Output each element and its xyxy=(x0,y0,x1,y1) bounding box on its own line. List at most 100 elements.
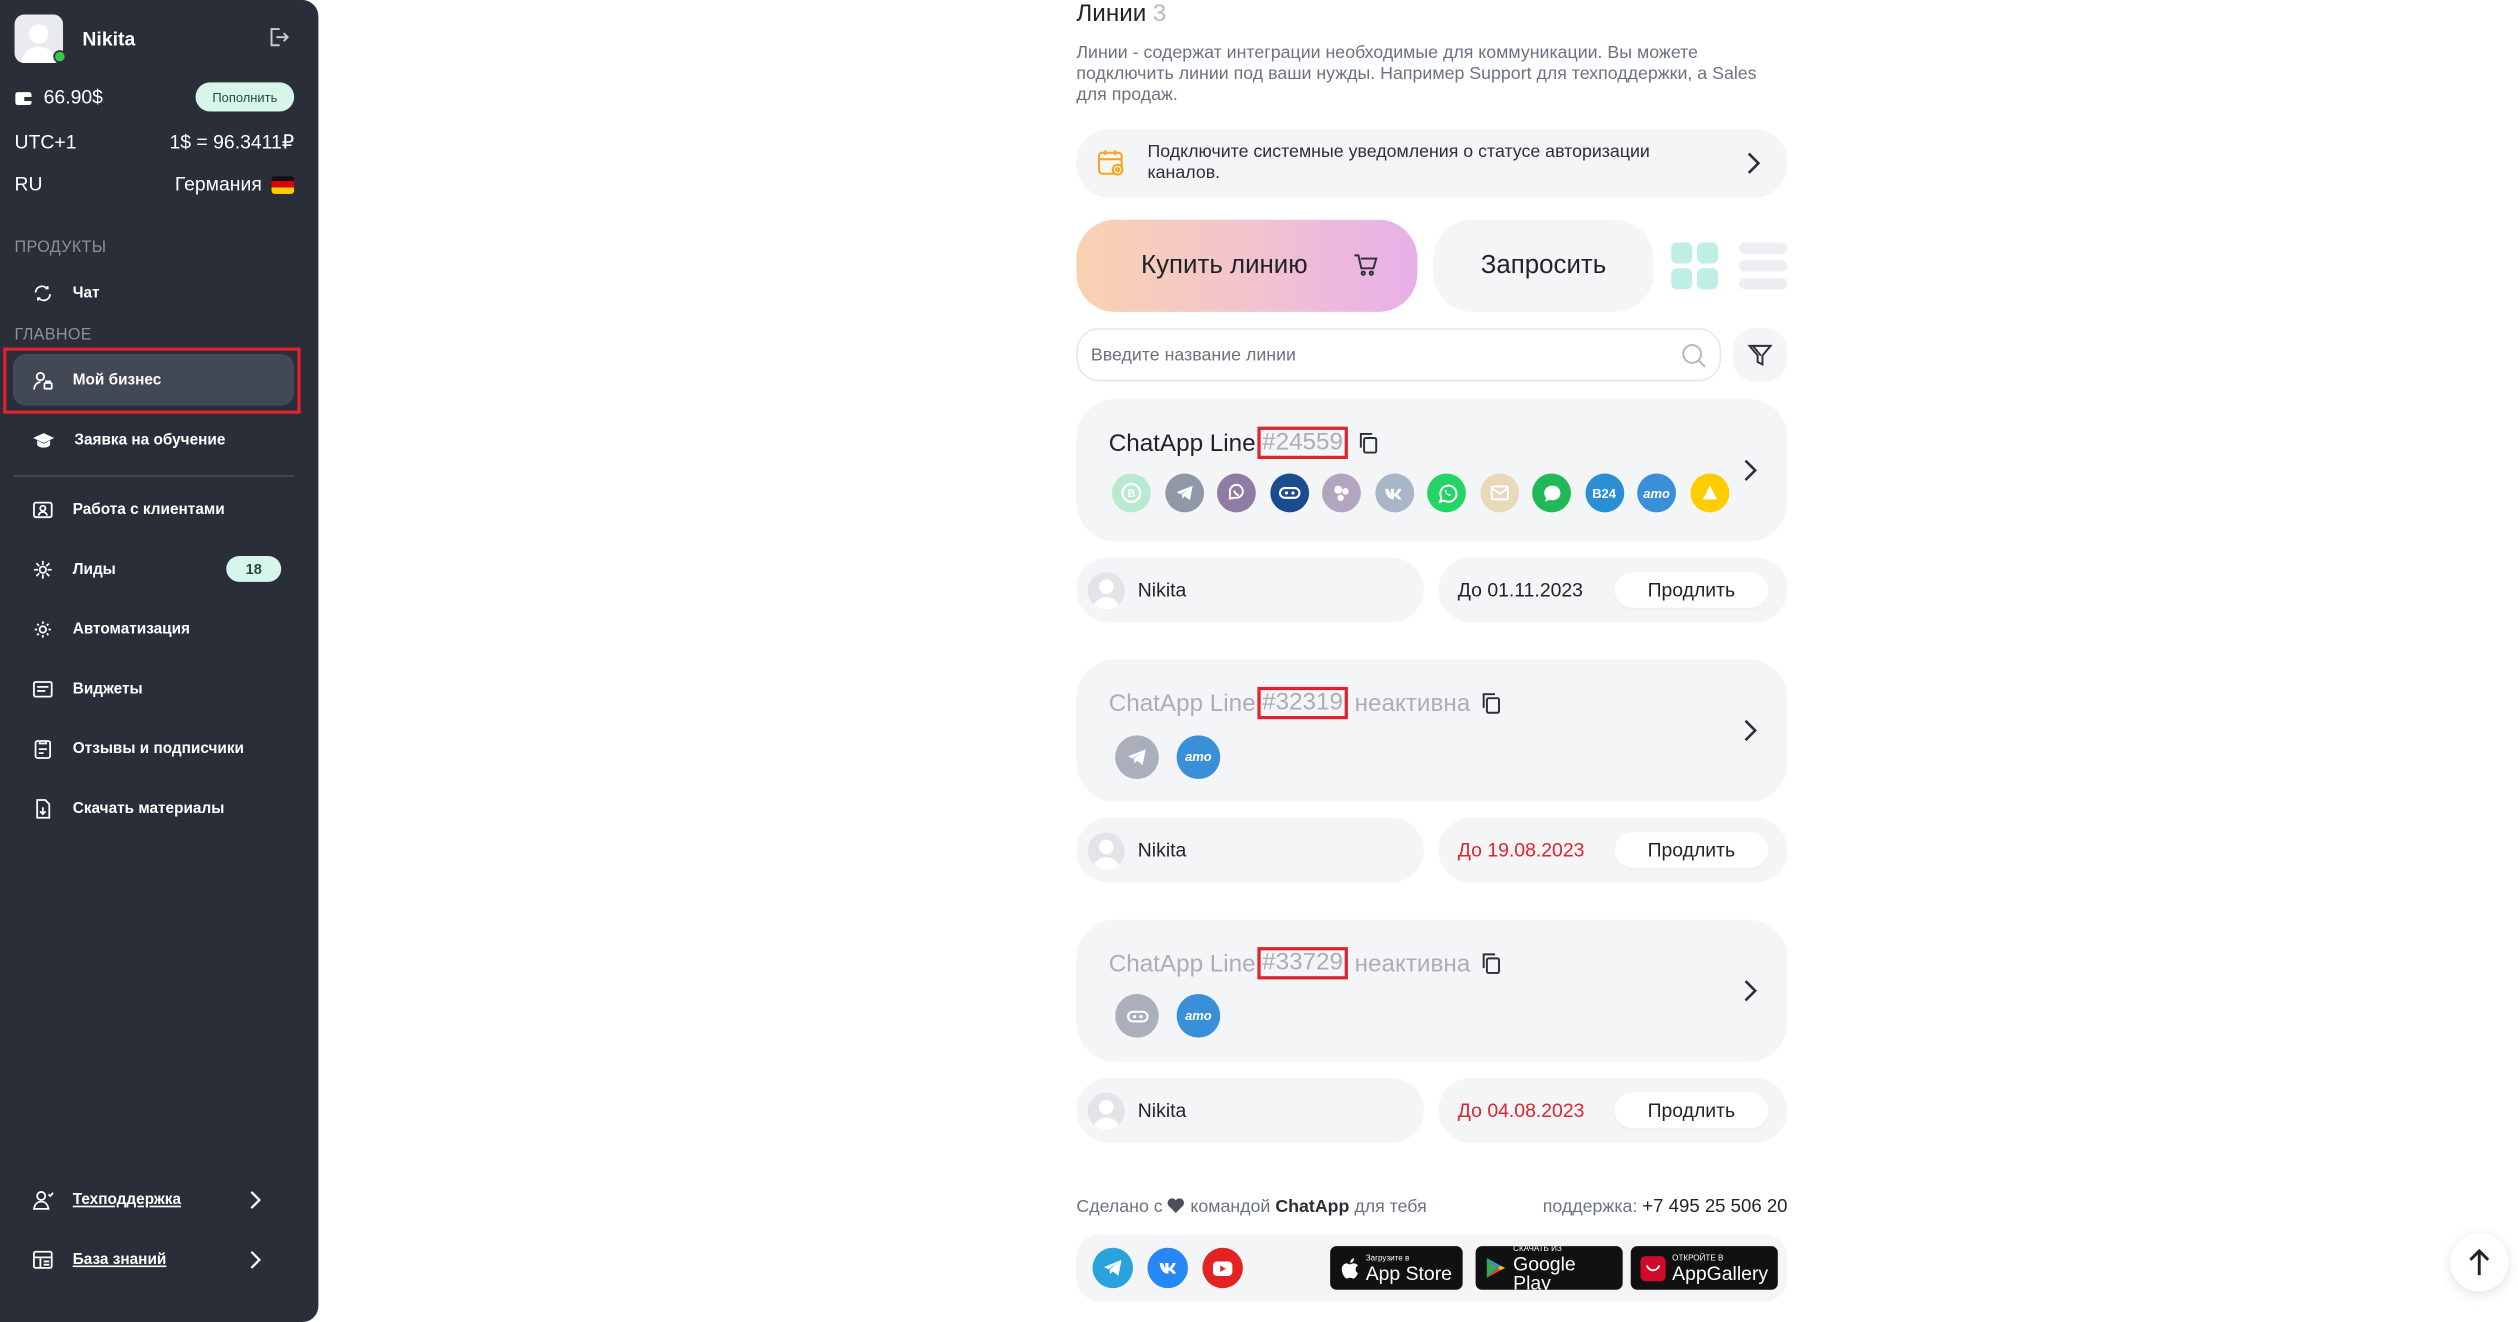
line-owner: Nikita xyxy=(1076,1078,1424,1143)
topup-button[interactable]: Пополнить xyxy=(195,82,295,112)
sidebar-item-support[interactable]: Техподдержка xyxy=(13,1180,294,1219)
expiry-date: До 04.08.2023 xyxy=(1457,1099,1585,1122)
chevron-right-icon xyxy=(1744,459,1758,481)
amocrm-icon: amo xyxy=(1637,473,1676,513)
bitrix24-icon: B24 xyxy=(1584,473,1624,513)
appgallery-badge[interactable]: ОТКРОЙТЕ В AppGallery xyxy=(1630,1246,1778,1290)
copy-icon[interactable] xyxy=(1480,952,1501,975)
extend-button[interactable]: Продлить xyxy=(1614,832,1769,868)
youtube-icon[interactable] xyxy=(1202,1247,1243,1289)
sidebar-item-clients[interactable]: Работа с клиентами xyxy=(13,483,294,535)
sidebar-item-label: Автоматизация xyxy=(72,619,191,638)
line-name: ChatApp Line xyxy=(1108,689,1256,717)
page-title: Линии 3 xyxy=(1076,0,1166,27)
timezone[interactable]: UTC+1 xyxy=(15,131,77,154)
vk-icon[interactable] xyxy=(1147,1247,1188,1289)
lines-count: 3 xyxy=(1152,0,1167,28)
sidebar-item-training[interactable]: Заявка на обучение xyxy=(13,414,294,466)
footer-made-middle: командой xyxy=(1190,1197,1271,1217)
request-button[interactable]: Запросить xyxy=(1433,219,1654,312)
sidebar-item-leads[interactable]: Лиды 18 xyxy=(13,543,294,595)
sidebar-item-automation[interactable]: Автоматизация xyxy=(13,603,294,655)
calendar-settings-icon xyxy=(1097,150,1124,176)
page-description: Линии - содержат интеграции необходимые … xyxy=(1076,43,1757,106)
filter-button[interactable] xyxy=(1732,328,1788,382)
reviews-icon xyxy=(34,739,51,759)
scroll-to-top-button[interactable] xyxy=(2450,1233,2509,1292)
viber-icon xyxy=(1216,473,1256,513)
line-expiry: До 19.08.2023 Продлить xyxy=(1438,817,1788,883)
line-card[interactable]: ChatApp Line #24559 B B24 amo xyxy=(1076,399,1788,542)
line-title: ChatApp Line #33729 неактивна xyxy=(1109,947,1501,980)
user-profile[interactable]: Nikita xyxy=(14,14,136,64)
google-play-big: Google Play xyxy=(1513,1251,1576,1294)
chat-icon xyxy=(34,284,51,301)
grid-view-icon[interactable] xyxy=(1671,242,1719,290)
google-play-icon xyxy=(1486,1257,1506,1278)
copy-icon[interactable] xyxy=(1480,692,1501,715)
heart-icon xyxy=(1168,1198,1185,1213)
sidebar-item-knowledge[interactable]: База знаний xyxy=(13,1240,294,1279)
owner-name: Nikita xyxy=(1137,1099,1187,1122)
line-card[interactable]: ChatApp Line #33729 неактивна amo xyxy=(1076,919,1788,1062)
list-view-icon[interactable] xyxy=(1739,242,1788,290)
search-input[interactable] xyxy=(1090,345,1657,365)
notifications-banner[interactable]: Подключите системные уведомления о стату… xyxy=(1076,129,1788,198)
owner-name: Nikita xyxy=(1137,578,1187,602)
buy-line-label: Купить линию xyxy=(1141,251,1308,279)
cart-icon xyxy=(1354,254,1378,276)
sidebar-item-widgets[interactable]: Виджеты xyxy=(13,663,294,715)
sidebar-item-label: Отзывы и подписчики xyxy=(72,739,244,758)
support-phone[interactable]: +7 495 25 506 20 xyxy=(1642,1198,1787,1217)
vk-icon xyxy=(1374,473,1414,513)
sidebar-divider xyxy=(12,475,295,477)
support-user-icon xyxy=(32,1190,54,1209)
country-selector[interactable]: Германия xyxy=(174,172,295,196)
telegram-icon xyxy=(1115,735,1159,780)
appstore-badge[interactable]: Загрузите в App Store xyxy=(1330,1246,1463,1290)
logout-icon[interactable] xyxy=(267,26,290,57)
whatsapp-business-icon: B xyxy=(1111,473,1151,513)
buy-line-button[interactable]: Купить линию xyxy=(1076,219,1418,312)
google-play-badge[interactable]: СКАЧАТЬ ИЗ Google Play xyxy=(1475,1244,1623,1294)
expiry-date: До 01.11.2023 xyxy=(1457,578,1583,602)
line-card[interactable]: ChatApp Line #32319 неактивна amo xyxy=(1076,659,1788,802)
language-selector[interactable]: RU xyxy=(15,173,43,196)
search-icon[interactable] xyxy=(1681,343,1707,369)
telegram-icon[interactable] xyxy=(1092,1247,1133,1289)
sidebar-item-chat[interactable]: Чат xyxy=(13,267,294,319)
line-owner: Nikita xyxy=(1076,817,1424,883)
arrow-up-icon xyxy=(2469,1248,2490,1276)
footer-links: Загрузите в App Store СКАЧАТЬ ИЗ Google Pl… xyxy=(1076,1234,1788,1302)
line-number: #24559 xyxy=(1257,426,1348,460)
extend-button[interactable]: Продлить xyxy=(1614,1092,1769,1129)
balance: 66.90$ xyxy=(15,86,103,108)
user-name: Nikita xyxy=(82,27,136,51)
svg-text:B: B xyxy=(1127,488,1135,500)
leads-count-badge: 18 xyxy=(226,555,282,582)
filter-icon xyxy=(1747,344,1773,366)
line-owner: Nikita xyxy=(1076,557,1424,623)
footer-credits: Сделано с командой ChatApp для тебя xyxy=(1076,1198,1426,1217)
page-title-text: Линии xyxy=(1076,0,1147,28)
line-name: ChatApp Line xyxy=(1108,429,1256,457)
sidebar-item-downloads[interactable]: Скачать материалы xyxy=(13,782,294,834)
currency-rate: 1$ = 96.3411₽ xyxy=(169,130,295,154)
copy-icon[interactable] xyxy=(1358,432,1379,455)
apple-icon xyxy=(1341,1257,1358,1278)
section-label-products: ПРОДУКТЫ xyxy=(14,239,107,257)
download-file-icon xyxy=(36,798,51,818)
germany-flag-icon xyxy=(271,175,295,194)
sidebar-item-reviews[interactable]: Отзывы и подписчики xyxy=(13,722,294,774)
extend-button[interactable]: Продлить xyxy=(1614,572,1769,608)
expiry-date: До 19.08.2023 xyxy=(1457,838,1585,862)
section-label-main: ГЛАВНОЕ xyxy=(14,326,92,345)
country-name: Германия xyxy=(174,172,262,196)
line-number: #33729 xyxy=(1257,947,1348,980)
line-title: ChatApp Line #24559 xyxy=(1108,426,1379,460)
sidebar-item-label: Виджеты xyxy=(72,679,143,698)
yandex-icon xyxy=(1689,473,1729,513)
sidebar-item-label: Скачать материалы xyxy=(72,799,225,817)
chevron-right-icon xyxy=(250,1190,262,1209)
knowledge-base-icon xyxy=(33,1250,53,1268)
